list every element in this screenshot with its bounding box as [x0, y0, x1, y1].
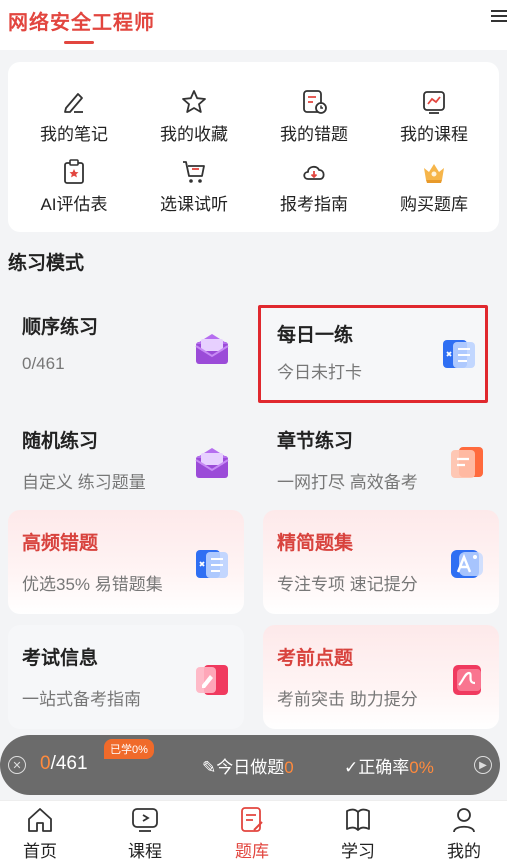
- video-icon: [132, 808, 158, 832]
- card-chapter-practice[interactable]: 章节练习 一网打尽 高效备考: [263, 408, 499, 512]
- card-subtitle: 优选35% 易错题集: [22, 575, 163, 594]
- checklist-icon: [196, 550, 228, 578]
- card-subtitle: 一网打尽 高效备考: [277, 473, 418, 492]
- quick-item-favorites[interactable]: 我的收藏: [134, 88, 254, 158]
- note-icon: [64, 93, 83, 113]
- quick-item-guide[interactable]: 报考指南: [254, 158, 374, 228]
- quick-label: 报考指南: [280, 195, 348, 214]
- quick-item-mistakes[interactable]: 我的错题: [254, 88, 374, 158]
- card-pre-exam-points[interactable]: 考前点题 考前突击 助力提分: [263, 625, 499, 729]
- close-icon[interactable]: ✕: [8, 756, 26, 774]
- card-subtitle: 一站式备考指南: [22, 690, 141, 709]
- tab-question-bank[interactable]: 题库: [212, 805, 292, 862]
- progress-panel: ✕ 0/461 已学0% ✎今日做题0 ✓正确率0% ▶: [0, 735, 500, 795]
- star-icon: [182, 90, 206, 113]
- cloud-download-icon: [303, 165, 325, 180]
- status-badge: 已学0%: [104, 739, 154, 759]
- tab-label: 学习: [341, 842, 375, 861]
- card-frequent-mistakes[interactable]: 高频错题 优选35% 易错题集: [8, 510, 244, 614]
- page-title: 网络安全工程师: [8, 12, 155, 34]
- tab-study[interactable]: 学习: [318, 805, 398, 862]
- tab-home[interactable]: 首页: [0, 805, 80, 862]
- mistake-icon: [303, 90, 327, 114]
- mail-icon: [195, 448, 229, 478]
- tab-profile[interactable]: 我的: [424, 805, 504, 862]
- quick-label: AI评估表: [40, 195, 108, 214]
- ai-icon: [451, 550, 483, 578]
- course-icon: [423, 91, 445, 114]
- accuracy-label: 正确率: [358, 758, 410, 777]
- card-title: 高频错题: [22, 533, 99, 554]
- menu-icon[interactable]: [491, 8, 507, 24]
- quick-item-ai-eval[interactable]: AI评估表: [14, 158, 134, 228]
- card-random-practice[interactable]: 随机练习 自定义 练习题量: [8, 408, 244, 512]
- quick-label: 我的课程: [400, 125, 468, 144]
- question-bank-icon: [241, 807, 263, 832]
- quick-label: 我的收藏: [160, 125, 228, 144]
- card-title: 顺序练习: [22, 317, 99, 338]
- card-title: 考试信息: [22, 648, 99, 669]
- tab-label: 课程: [128, 842, 162, 861]
- edit-book-icon: [196, 665, 228, 695]
- mail-icon: [195, 334, 229, 364]
- card-title: 考前点题: [277, 648, 354, 669]
- check-icon: ✓: [344, 758, 359, 777]
- pencil-icon: ✎: [202, 758, 217, 777]
- card-subtitle: 专注专项 速记提分: [277, 575, 418, 594]
- card-title: 随机练习: [22, 431, 99, 452]
- tab-label: 题库: [235, 842, 269, 861]
- card-sequential-practice[interactable]: 顺序练习 0/461: [8, 294, 244, 398]
- card-subtitle: 自定义 练习题量: [22, 473, 146, 492]
- title-underline: [64, 41, 94, 44]
- card-subtitle: 今日未打卡: [277, 363, 362, 382]
- quick-label: 选课试听: [160, 195, 228, 214]
- play-icon[interactable]: ▶: [474, 756, 492, 774]
- progress-total: /461: [50, 753, 88, 774]
- card-daily-practice[interactable]: 每日一练 今日未打卡: [258, 305, 488, 403]
- document-icon: [451, 447, 483, 478]
- quick-label: 我的错题: [280, 125, 348, 144]
- quick-label: 购买题库: [400, 195, 468, 214]
- card-exam-info[interactable]: 考试信息 一站式备考指南: [8, 625, 244, 729]
- book-icon: [346, 808, 370, 831]
- today-value: 0: [284, 758, 294, 777]
- card-subtitle: 0/461: [22, 354, 65, 373]
- tab-label: 我的: [447, 842, 481, 861]
- accuracy: ✓正确率0%: [344, 753, 434, 778]
- quick-item-buy-bank[interactable]: 购买题库: [374, 158, 494, 228]
- card-title: 精简题集: [277, 533, 354, 554]
- checklist-icon: [443, 340, 475, 368]
- card-concise-set[interactable]: 精简题集 专注专项 速记提分: [263, 510, 499, 614]
- home-icon: [28, 808, 52, 832]
- sign-icon: [453, 665, 481, 695]
- quick-label: 我的笔记: [40, 125, 108, 144]
- accuracy-value: 0%: [409, 758, 434, 777]
- bottom-tab-bar: 首页 课程 题库 学习 我的: [0, 800, 507, 862]
- cart-icon: [183, 161, 205, 183]
- user-icon: [453, 808, 475, 833]
- tab-label: 首页: [23, 842, 57, 861]
- progress-count: 0/461: [40, 753, 88, 775]
- today-label: 今日做题: [216, 758, 285, 777]
- card-subtitle: 考前突击 助力提分: [277, 690, 418, 709]
- tab-courses[interactable]: 课程: [105, 805, 185, 862]
- today-questions: ✎今日做题0: [202, 753, 294, 778]
- card-title: 章节练习: [277, 431, 354, 452]
- ai-eval-icon: [64, 159, 84, 184]
- card-title: 每日一练: [277, 325, 354, 346]
- quick-item-courses[interactable]: 我的课程: [374, 88, 494, 158]
- quick-item-trial[interactable]: 选课试听: [134, 158, 254, 228]
- progress-done: 0: [40, 753, 51, 774]
- crown-icon: [424, 164, 444, 183]
- header: 网络安全工程师: [0, 0, 507, 50]
- section-title: 练习模式: [8, 253, 85, 274]
- quick-item-notes[interactable]: 我的笔记: [14, 88, 134, 158]
- quick-access-panel: 我的笔记 我的收藏 我的错题 我的课程 AI评估表 选课试听 报考指南 购买题库: [8, 62, 499, 232]
